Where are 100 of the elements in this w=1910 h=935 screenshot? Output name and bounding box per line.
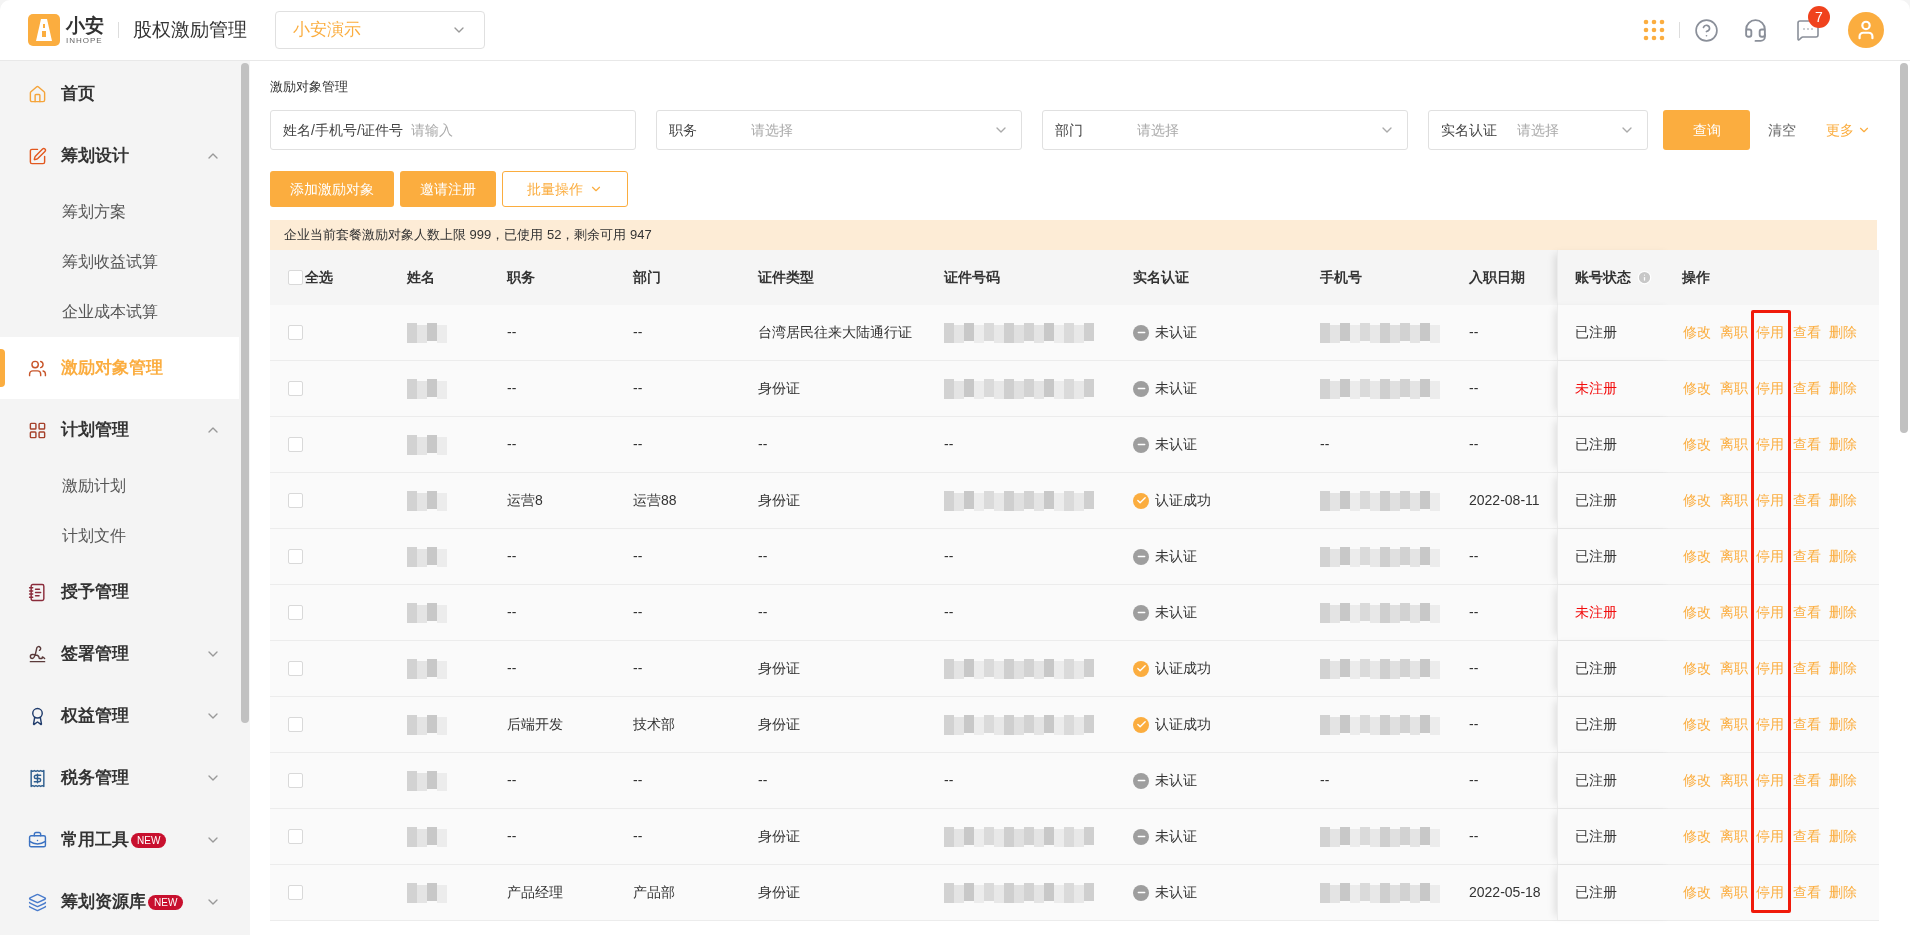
sidebar-subitem[interactable]: 计划文件 [0, 511, 239, 561]
action-link[interactable]: 离职 [1719, 658, 1756, 679]
sidebar-item[interactable]: 激励对象管理 [0, 337, 239, 399]
checkbox[interactable] [288, 325, 303, 340]
action-link[interactable]: 删除 [1829, 546, 1866, 567]
search-field[interactable]: 姓名/手机号/证件号 请输入 [270, 110, 636, 150]
action-link[interactable]: 删除 [1829, 826, 1866, 847]
table-row[interactable]: -- -- 身份证 未认证 -- 未注册 修改 离职 停用 查看 删除 [270, 361, 1879, 417]
action-link[interactable]: 查看 [1792, 378, 1829, 399]
action-link[interactable]: 查看 [1792, 546, 1829, 567]
action-link[interactable]: 删除 [1829, 378, 1866, 399]
table-row[interactable]: -- -- 身份证 认证成功 -- 已注册 修改 离职 停用 查看 删除 [270, 641, 1879, 697]
checkbox[interactable] [288, 493, 303, 508]
sidebar-item[interactable]: 计划管理 [0, 399, 239, 461]
table-row[interactable]: -- -- 台湾居民往来大陆通行证 未认证 -- 已注册 修改 离职 停用 查看 删除 [270, 305, 1879, 361]
checkbox[interactable] [288, 437, 303, 452]
action-link[interactable]: 修改 [1683, 658, 1720, 679]
clear-button[interactable]: 清空 [1768, 119, 1796, 141]
action-link[interactable]: 停用 [1756, 658, 1793, 679]
select-field[interactable]: 部门 请选择 [1042, 110, 1408, 150]
sidebar-item[interactable]: 首页 [0, 63, 239, 125]
action-link[interactable]: 停用 [1756, 546, 1793, 567]
select-field[interactable]: 职务 请选择 [656, 110, 1022, 150]
search-button[interactable]: 查询 [1663, 110, 1750, 150]
action-link[interactable]: 停用 [1756, 882, 1793, 903]
action-link[interactable]: 离职 [1719, 322, 1756, 343]
action-link[interactable]: 停用 [1756, 490, 1793, 511]
table-row[interactable]: -- -- 身份证 未认证 -- 已注册 修改 离职 停用 查看 删除 [270, 809, 1879, 865]
action-link[interactable]: 查看 [1792, 770, 1829, 791]
action-link[interactable]: 查看 [1792, 322, 1829, 343]
action-link[interactable]: 离职 [1719, 826, 1756, 847]
action-link[interactable]: 离职 [1719, 546, 1756, 567]
action-link[interactable]: 删除 [1829, 882, 1866, 903]
checkbox[interactable] [288, 270, 303, 285]
action-link[interactable]: 删除 [1829, 770, 1866, 791]
help-icon[interactable] [1694, 17, 1719, 43]
action-link[interactable]: 查看 [1792, 882, 1829, 903]
table-row[interactable]: -- -- -- -- 未认证 -- -- 已注册 修改 离职 停用 查看 删除 [270, 417, 1879, 473]
table-row[interactable]: 运营8 运营88 身份证 认证成功 2022-08-11 已注册 修改 离职 停用 查看 删除 [270, 473, 1879, 529]
action-link[interactable]: 停用 [1756, 770, 1793, 791]
checkbox[interactable] [288, 885, 303, 900]
table-row[interactable]: -- -- -- -- 未认证 -- 已注册 修改 离职 停用 查看 删除 [270, 529, 1879, 585]
select-field[interactable]: 实名认证 请选择 [1428, 110, 1648, 150]
action-link[interactable]: 停用 [1756, 434, 1793, 455]
action-link[interactable]: 删除 [1829, 434, 1866, 455]
action-link[interactable]: 停用 [1756, 826, 1793, 847]
scrollbar[interactable] [1900, 63, 1908, 433]
action-link[interactable]: 停用 [1756, 378, 1793, 399]
sidebar-item[interactable]: 常用工具 NEW [0, 809, 239, 871]
scrollbar[interactable] [240, 63, 249, 723]
table-row[interactable]: 产品经理 产品部 身份证 未认证 2022-05-18 已注册 修改 离职 停用 查看 删除 [270, 865, 1879, 921]
headset-icon[interactable] [1743, 17, 1768, 43]
search-input[interactable]: 请输入 [410, 119, 623, 141]
sidebar-item[interactable]: 授予管理 [0, 561, 239, 623]
sidebar-subitem[interactable]: 企业成本试算 [0, 287, 239, 337]
sidebar-subitem[interactable]: 筹划收益试算 [0, 237, 239, 287]
action-link[interactable]: 离职 [1719, 770, 1756, 791]
sidebar-item[interactable]: 筹划资源库 NEW [0, 871, 239, 933]
action-link[interactable]: 查看 [1792, 602, 1829, 623]
sidebar-item[interactable]: 筹划设计 [0, 125, 239, 187]
action-link[interactable]: 修改 [1683, 602, 1720, 623]
action-link[interactable]: 修改 [1683, 378, 1720, 399]
checkbox[interactable] [288, 605, 303, 620]
action-link[interactable]: 离职 [1719, 490, 1756, 511]
sidebar-item[interactable]: 签署管理 [0, 623, 239, 685]
sidebar-subitem[interactable]: 筹划方案 [0, 187, 239, 237]
batch-dropdown-button[interactable]: 批量操作 [502, 171, 628, 207]
action-link[interactable]: 修改 [1683, 770, 1720, 791]
action-link[interactable]: 修改 [1683, 546, 1720, 567]
action-link[interactable]: 查看 [1792, 826, 1829, 847]
action-link[interactable]: 离职 [1719, 714, 1756, 735]
table-row[interactable]: 后端开发 技术部 身份证 认证成功 -- 已注册 修改 离职 停用 查看 删除 [270, 697, 1879, 753]
action-link[interactable]: 离职 [1719, 602, 1756, 623]
table-row[interactable]: -- -- -- -- 未认证 -- 未注册 修改 离职 停用 查看 删除 [270, 585, 1879, 641]
table-row[interactable]: -- -- -- -- 未认证 -- -- 已注册 修改 离职 停用 查看 删除 [270, 753, 1879, 809]
checkbox[interactable] [288, 773, 303, 788]
action-link[interactable]: 删除 [1829, 602, 1866, 623]
action-link[interactable]: 修改 [1683, 322, 1720, 343]
action-link[interactable]: 删除 [1829, 658, 1866, 679]
sidebar-subitem[interactable]: 激励计划 [0, 461, 239, 511]
action-link[interactable]: 修改 [1683, 434, 1720, 455]
toolbar-button[interactable]: 邀请注册 [400, 171, 496, 207]
avatar[interactable] [1848, 12, 1884, 48]
action-link[interactable]: 停用 [1756, 322, 1793, 343]
action-link[interactable]: 查看 [1792, 658, 1829, 679]
action-link[interactable]: 删除 [1829, 714, 1866, 735]
company-select[interactable]: 小安演示 [275, 11, 485, 49]
more-button[interactable]: 更多 [1826, 119, 1871, 141]
action-link[interactable]: 修改 [1683, 882, 1720, 903]
checkbox[interactable] [288, 381, 303, 396]
checkbox[interactable] [288, 661, 303, 676]
action-link[interactable]: 删除 [1829, 490, 1866, 511]
checkbox[interactable] [288, 829, 303, 844]
sidebar-item[interactable]: 权益管理 [0, 685, 239, 747]
sidebar-item[interactable]: 税务管理 [0, 747, 239, 809]
apps-icon[interactable] [1643, 19, 1665, 41]
action-link[interactable]: 离职 [1719, 882, 1756, 903]
action-link[interactable]: 修改 [1683, 714, 1720, 735]
action-link[interactable]: 修改 [1683, 826, 1720, 847]
action-link[interactable]: 离职 [1719, 378, 1756, 399]
